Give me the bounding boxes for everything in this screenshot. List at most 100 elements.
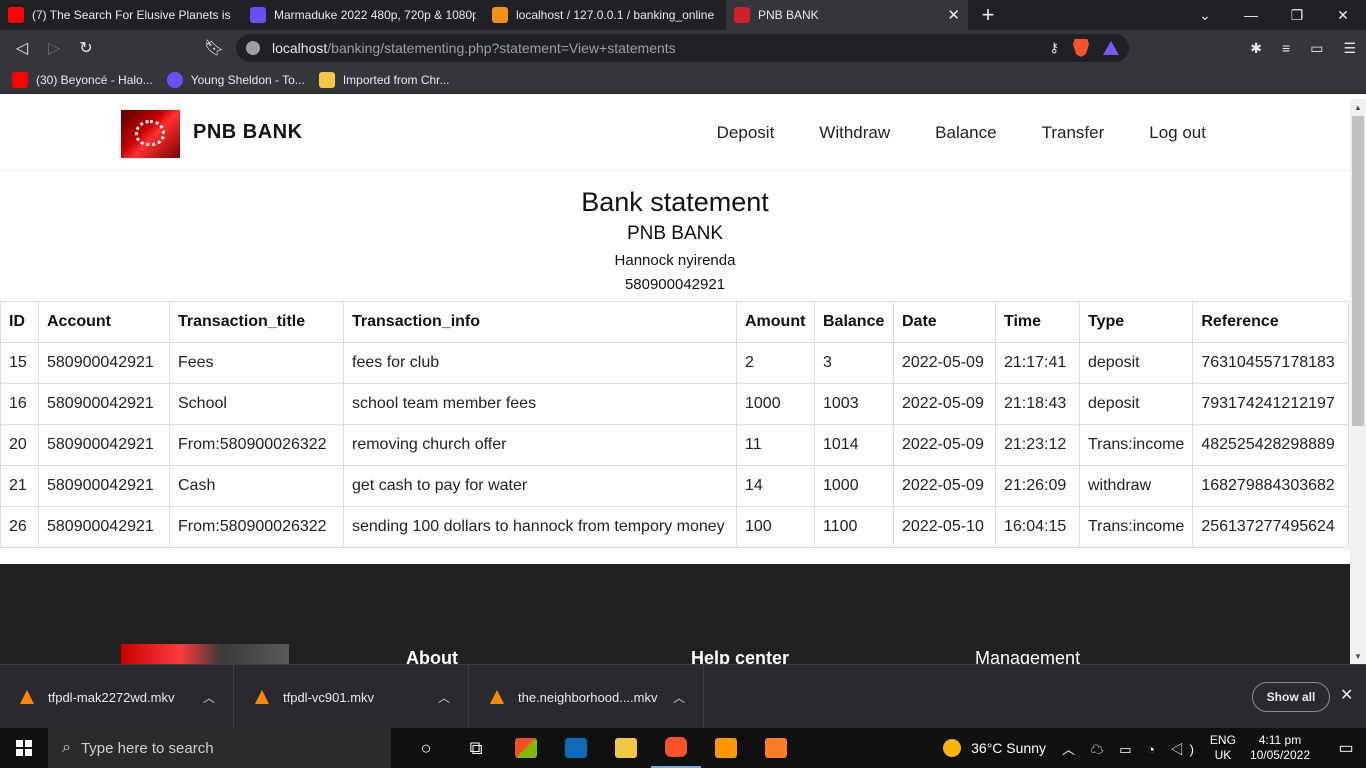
search-placeholder: Type here to search	[80, 739, 214, 757]
cortana-icon[interactable]: ○	[401, 728, 451, 768]
clock-time: 4:11 pm	[1258, 733, 1302, 747]
task-view-icon[interactable]: ⧉	[451, 728, 501, 768]
site-info-icon[interactable]	[246, 41, 260, 55]
column-header: Date	[893, 301, 996, 343]
table-cell: Fees	[169, 342, 344, 384]
scroll-up-icon[interactable]: ▲	[1350, 99, 1366, 115]
scrollbar-thumb[interactable]	[1352, 116, 1364, 426]
lang-line: ENG	[1209, 733, 1236, 747]
table-cell: fees for club	[343, 342, 737, 384]
table-cell: 1000	[736, 383, 815, 425]
table-cell: From:580900026322	[169, 424, 344, 466]
table-row: 21 580900042921 Cash get cash to pay for…	[0, 465, 1349, 507]
table-cell: Trans:income	[1078, 506, 1194, 548]
clock[interactable]: 4:11 pm 10/05/2022	[1250, 733, 1310, 763]
bookmark-item[interactable]: Young Sheldon - To...	[166, 71, 305, 88]
web-page: PNB BANK Deposit Withdraw Balance Transf…	[0, 99, 1350, 664]
minimize-icon[interactable]: —	[1228, 0, 1274, 30]
url-text: localhost/banking/statementing.php?state…	[272, 40, 676, 56]
tab-title: (7) The Search For Elusive Planets is Ov	[32, 8, 234, 22]
brave-browser-icon[interactable]	[651, 728, 701, 768]
browser-tab[interactable]: localhost / 127.0.0.1 / banking_online	[484, 0, 726, 30]
page-title: Bank statement	[581, 187, 769, 217]
lang-line: UK	[1214, 748, 1232, 762]
playlist-icon[interactable]: ≡	[1282, 40, 1290, 56]
bookmark-item[interactable]: (30) Beyoncé - Halo...	[12, 71, 153, 88]
heart-icon	[135, 120, 165, 146]
bookmark-icon[interactable]: 🔖︎	[198, 32, 230, 64]
nav-transfer[interactable]: Transfer	[1042, 123, 1105, 143]
scroll-down-icon[interactable]: ▼	[1350, 648, 1366, 664]
chevron-up-icon[interactable]: ︿	[203, 689, 215, 706]
close-tab-icon[interactable]: ✕	[947, 6, 960, 24]
footer-heading-help: Help center	[691, 648, 790, 664]
forward-icon[interactable]: ▷	[38, 32, 70, 64]
key-icon[interactable]: ⚷	[1049, 40, 1059, 56]
address-bar[interactable]: localhost/banking/statementing.php?state…	[236, 34, 1129, 62]
language-indicator[interactable]: ENG UK	[1210, 733, 1236, 763]
table-cell: 580900042921	[38, 342, 170, 384]
table-row: 26 580900042921 From:580900026322 sendin…	[0, 506, 1349, 548]
downloads-bar: tfpdl-mak2272wd.mkv ︿ tfpdl-vc901.mkv ︿ …	[0, 664, 1366, 729]
browser-tab[interactable]: (7) The Search For Elusive Planets is Ov	[0, 0, 242, 30]
bookmark-folder[interactable]: Imported from Chr...	[318, 71, 450, 88]
clock-date: 10/05/2022	[1249, 748, 1310, 762]
table-cell: 1100	[814, 506, 894, 548]
brand-name[interactable]: PNB BANK	[193, 121, 303, 144]
site-favicon-icon	[250, 7, 266, 23]
back-icon[interactable]: ◁	[6, 32, 38, 64]
brave-shields-icon[interactable]	[1073, 39, 1089, 57]
nav-balance[interactable]: Balance	[935, 123, 996, 143]
mail-icon[interactable]	[551, 728, 601, 768]
store-icon[interactable]	[501, 728, 551, 768]
download-item[interactable]: the.neighborhood....mkv ︿	[470, 665, 704, 729]
nav-logout[interactable]: Log out	[1149, 123, 1206, 143]
reload-icon[interactable]: ↻	[70, 32, 102, 64]
youtube-icon	[8, 7, 24, 23]
download-filename: the.neighborhood....mkv	[518, 689, 658, 705]
weather-sun-icon[interactable]	[943, 739, 962, 757]
footer-heading-about: About	[406, 648, 458, 664]
start-button[interactable]	[0, 728, 48, 768]
tab-search-icon[interactable]: ⌄	[1182, 0, 1228, 30]
column-header: Balance	[814, 301, 894, 343]
brave-rewards-icon[interactable]	[1103, 41, 1119, 55]
table-cell: school team member fees	[343, 383, 737, 425]
notifications-icon[interactable]: ▭	[1326, 738, 1366, 758]
table-cell: 580900042921	[38, 383, 170, 425]
page-scrollbar[interactable]: ▲ ▼	[1350, 99, 1366, 664]
extensions-icon[interactable]: ✱	[1250, 40, 1262, 57]
nav-withdraw[interactable]: Withdraw	[819, 123, 890, 143]
sublime-text-icon[interactable]	[701, 728, 751, 768]
browser-tab-active[interactable]: PNB BANK ✕	[726, 0, 968, 30]
table-cell: 2022-05-09	[893, 342, 996, 384]
bank-logo[interactable]	[121, 110, 180, 158]
chevron-up-icon[interactable]: ︿	[673, 689, 685, 706]
download-item[interactable]: tfpdl-mak2272wd.mkv ︿	[0, 665, 234, 729]
window-controls: ⌄ — ❐ ✕	[1182, 0, 1366, 30]
tray-icons[interactable]: ︿ ☁ ▭ ◔ ◁)	[1062, 739, 1200, 758]
chevron-up-icon[interactable]: ︿	[438, 689, 450, 706]
browser-tab[interactable]: Marmaduke 2022 480p, 720p & 1080p	[242, 0, 484, 30]
restore-icon[interactable]: ❐	[1274, 0, 1320, 30]
column-header: Account	[38, 301, 170, 343]
file-explorer-icon[interactable]	[601, 728, 651, 768]
close-icon[interactable]: ✕	[1340, 685, 1353, 705]
statement-header: Bank statement PNB BANK Hannock nyirenda…	[0, 185, 1350, 297]
table-cell: 2022-05-09	[893, 424, 996, 466]
bookmark-label: Imported from Chr...	[342, 72, 450, 87]
show-all-button[interactable]: Show all	[1252, 682, 1330, 712]
close-window-icon[interactable]: ✕	[1320, 0, 1366, 30]
table-cell: 1003	[814, 383, 894, 425]
table-cell: 1000	[814, 465, 894, 507]
xampp-icon[interactable]	[751, 728, 801, 768]
taskbar-search[interactable]: ⌕ Type here to search	[48, 728, 391, 768]
table-cell: 3	[814, 342, 894, 384]
nav-deposit[interactable]: Deposit	[717, 123, 775, 143]
browser-toolbar: ◁ ▷ ↻ 🔖︎ localhost/banking/statementing.…	[0, 30, 1366, 66]
download-item[interactable]: tfpdl-vc901.mkv ︿	[235, 665, 469, 729]
wallet-icon[interactable]: ▭	[1310, 40, 1323, 57]
new-tab-icon[interactable]: +	[968, 0, 1008, 30]
weather-text[interactable]: 36°C Sunny	[971, 740, 1046, 756]
menu-icon[interactable]: ☰	[1343, 40, 1356, 57]
